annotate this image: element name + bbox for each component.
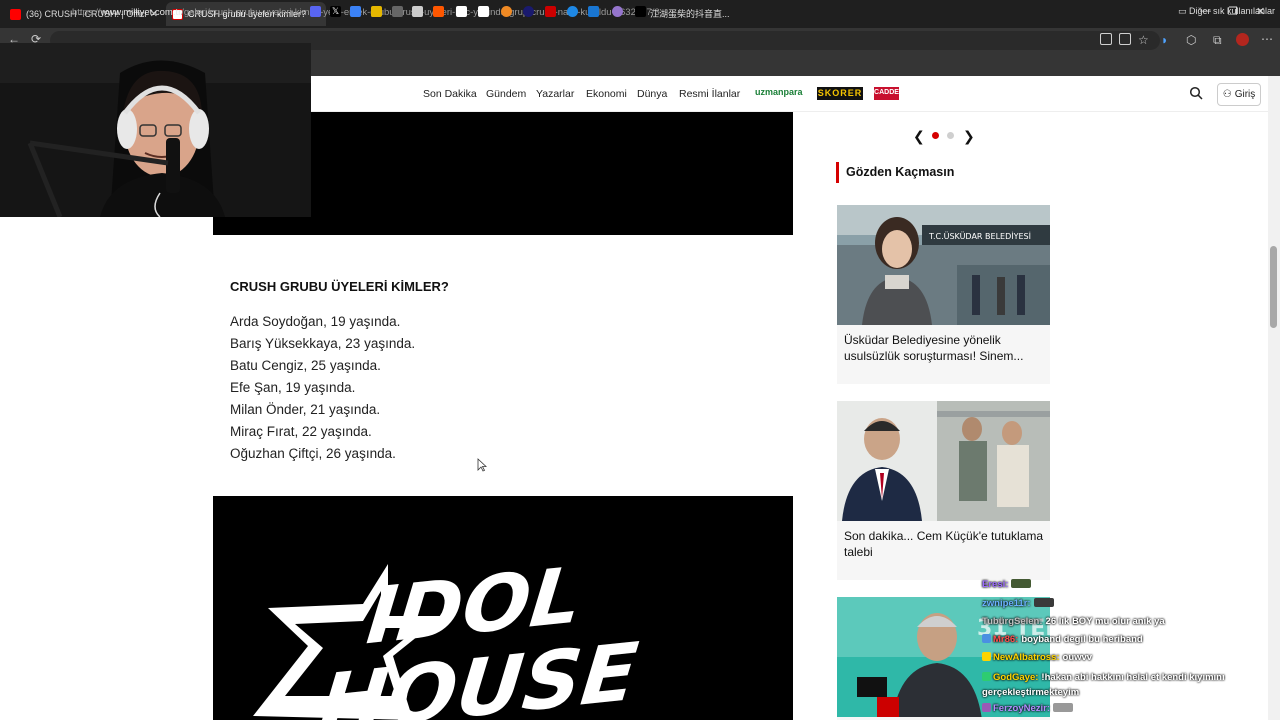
streamer-webcam [0,43,311,217]
chat-message: GodGaye: !hakan abi hakkını helal et kend… [982,672,1225,698]
member-line: Milan Önder, 21 yaşında. [230,402,381,417]
carousel-dot[interactable] [947,132,954,139]
carousel-dot-active[interactable] [932,132,939,139]
article-heading: CRUSH GRUBU ÜYELERİ KİMLER? [230,279,449,294]
chat-message: zwnipe11r: [982,598,1056,609]
news-card[interactable]: T.C.ÜSKÜDAR BELEDİYESİ Üsküdar Belediyes… [837,205,1050,384]
bookmark-reddit-icon[interactable] [433,6,444,17]
extensions-icon[interactable]: ⬡ [1186,33,1196,47]
bookmark-purple-icon[interactable] [612,6,623,17]
bookmark-tiktok-icon[interactable] [635,6,646,17]
cadde-logo[interactable]: CADDE [874,87,899,100]
badge-icon [982,634,991,643]
bookmark-red-icon[interactable] [545,6,556,17]
bookmark-orange-icon[interactable] [501,6,512,17]
scrollbar-thumb[interactable] [1270,246,1277,328]
nav-son-dakika[interactable]: Son Dakika [423,88,477,100]
article-image: IDOL HOUSE [213,496,793,720]
collections-icon[interactable]: ⧉ [1213,33,1222,48]
uzmanpara-logo[interactable]: uzmanpara [755,87,803,100]
member-line: Barış Yüksekkaya, 23 yaşında. [230,336,416,351]
member-line: Miraç Fırat, 22 yaşında. [230,424,372,439]
svg-text:T.C.ÜSKÜDAR BELEDİYESİ: T.C.ÜSKÜDAR BELEDİYESİ [928,231,1031,241]
search-icon[interactable] [1189,86,1203,100]
member-line: Oğuzhan Çiftçi, 26 yaşında. [230,446,396,461]
nav-dunya[interactable]: Dünya [637,88,667,100]
menu-icon[interactable]: ⋯ [1261,32,1273,46]
bookmark-x-icon[interactable]: 𝕏 [330,6,341,17]
member-line: Arda Soydoğan, 19 yaşında. [230,314,401,329]
mouse-cursor-icon [477,458,487,472]
skorer-logo[interactable]: SKORER [817,87,863,100]
bookmark-p-icon[interactable] [456,6,467,17]
login-label: Giriş [1234,89,1256,100]
badge-icon [982,703,991,712]
sidebar-title: Gözden Kaçmasın [846,165,955,179]
news-card-image [837,401,1050,521]
page-scrollbar[interactable] [1268,76,1280,720]
bookmark-wtp-icon[interactable] [412,6,423,17]
nav-ekonomi[interactable]: Ekonomi [586,88,627,100]
chat-message: FerzoyNezir: [982,703,1075,714]
reader-icon[interactable] [1119,33,1131,45]
nav-gundem[interactable]: Gündem [486,88,526,100]
nav-yazarlar[interactable]: Yazarlar [536,88,574,100]
bookmark-play-icon[interactable] [567,6,578,17]
news-card-image: T.C.ÜSKÜDAR BELEDİYESİ [837,205,1050,325]
section-accent-bar [836,162,839,183]
bookmark-gray-icon[interactable] [392,6,403,17]
news-card-caption[interactable]: Üsküdar Belediyesine yönelik usulsüzlük … [844,332,1044,364]
favorite-star-icon[interactable]: ☆ [1138,33,1149,47]
youtube-icon [10,8,21,20]
chat-message: Mr86: boyband degil bu heriband [982,634,1143,645]
bookmark-sahibinden-icon[interactable] [588,6,599,17]
apps-icon[interactable] [1100,33,1112,45]
screen: { "browser": { "tabs": [ {"title": "(36)… [0,0,1280,720]
profile-avatar[interactable] [1236,33,1249,46]
chat-message: NewAlbatross: ouwvv [982,652,1092,663]
emote-icon [1011,579,1032,588]
login-button[interactable]: ⚇ Giriş [1217,83,1261,106]
news-card[interactable]: Son dakika... Cem Küçük'e tutuklama tale… [837,401,1050,580]
carousel-prev-icon[interactable]: ❮ [913,128,925,145]
emote-icon [1053,703,1074,712]
other-bookmarks-folder[interactable]: ▭ Diğer sık kullanılanlar [1178,6,1275,17]
badge-icon [982,672,991,681]
chat-message: TubürgSelen: 26 lık BOY mu olur anık ya [982,616,1165,627]
bookmark-amazon-icon[interactable] [478,6,489,17]
bookmark-label[interactable]: 江湖蛋柴的抖音直... [650,7,730,20]
bookmark-twitch-icon[interactable] [310,6,321,17]
bookmark-blue-icon[interactable] [350,6,361,17]
copilot-icon[interactable]: ◗ [1161,33,1168,47]
bookmark-yellow-icon[interactable] [371,6,382,17]
nav-resmi-ilanlar[interactable]: Resmi İlanlar [679,88,740,100]
carousel-next-icon[interactable]: ❯ [963,128,975,145]
badge-icon [982,652,991,661]
site-header: Son Dakika Gündem Yazarlar Ekonomi Dünya… [311,76,1280,112]
user-icon: ⚇ [1222,89,1232,100]
chat-message: Eresi: [982,579,1033,590]
member-line: Batu Cengiz, 25 yaşında. [230,358,381,373]
bookmark-b-icon[interactable] [523,6,534,17]
member-line: Efe Şan, 19 yaşında. [230,380,356,395]
emote-icon [1033,598,1054,607]
news-card-caption[interactable]: Son dakika... Cem Küçük'e tutuklama tale… [844,528,1044,560]
